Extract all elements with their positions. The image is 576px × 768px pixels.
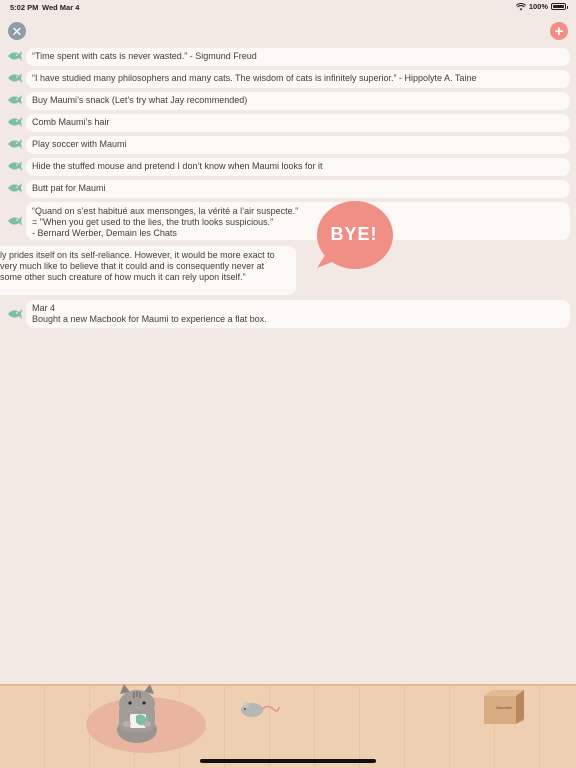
status-indicators: 100%	[515, 2, 568, 11]
home-indicator[interactable]	[200, 759, 376, 763]
close-icon: ✕	[11, 23, 23, 39]
list-item[interactable]: Butt pat for Maumi	[0, 180, 576, 198]
fish-icon	[8, 51, 22, 61]
fish-icon	[8, 73, 22, 83]
entry-text: “I have studied many philosophers and ma…	[26, 70, 570, 88]
list-item[interactable]: Hide the stuffed mouse and pretend I don…	[0, 158, 576, 176]
list-item[interactable]: Mar 4 Bought a new Macbook for Maumi to …	[0, 300, 576, 328]
toy-mouse-icon[interactable]	[240, 698, 280, 718]
entry-text: Butt pat for Maumi	[26, 180, 570, 198]
list-item[interactable]: “Time spent with cats is never wasted.” …	[0, 48, 576, 66]
entry-text: “Time spent with cats is never wasted.” …	[26, 48, 570, 66]
add-icon: +	[554, 22, 564, 40]
battery-icon	[551, 3, 568, 10]
entry-text: Mar 4 Bought a new Macbook for Maumi to …	[26, 300, 570, 328]
fish-icon	[8, 216, 22, 226]
fish-icon	[8, 95, 22, 105]
list-item[interactable]: “I have studied many philosophers and ma…	[0, 70, 576, 88]
bye-speech-bubble: BYE!	[315, 200, 393, 272]
list-item[interactable]: Comb Maumi’s hair	[0, 114, 576, 132]
wifi-icon	[515, 2, 526, 10]
entry-text: ly prides itself on its self-reliance. H…	[0, 246, 296, 295]
fish-icon	[8, 183, 22, 193]
close-button[interactable]: ✕	[8, 22, 26, 40]
fish-icon	[8, 139, 22, 149]
list-item-swiped[interactable]: ly prides itself on its self-reliance. H…	[0, 246, 576, 296]
entry-text: “Quand on s’est habitué aux mensonges, l…	[26, 202, 570, 240]
floor-edge	[0, 684, 576, 686]
box-label: MaumiMe	[496, 706, 512, 710]
entry-text: Play soccer with Maumi	[26, 136, 570, 154]
status-bar: 5:02 PM Wed Mar 4 100%	[0, 0, 576, 14]
status-time: 5:02 PM	[10, 3, 39, 12]
fish-icon	[8, 309, 22, 319]
entry-text: Comb Maumi’s hair	[26, 114, 570, 132]
fish-icon	[8, 161, 22, 171]
list-item[interactable]: Buy Maumi’s snack (Let’s try what Jay re…	[0, 92, 576, 110]
list-item[interactable]: “Quand on s’est habitué aux mensonges, l…	[0, 202, 576, 242]
list-item[interactable]: Play soccer with Maumi	[0, 136, 576, 154]
entry-text: Buy Maumi’s snack (Let’s try what Jay re…	[26, 92, 570, 110]
add-button[interactable]: +	[550, 22, 568, 40]
fish-icon	[8, 117, 22, 127]
cat-illustration[interactable]	[112, 684, 162, 744]
status-date: Wed Mar 4	[42, 3, 80, 12]
bye-label: BYE!	[330, 224, 378, 244]
entry-text: Hide the stuffed mouse and pretend I don…	[26, 158, 570, 176]
battery-percent: 100%	[528, 2, 548, 11]
